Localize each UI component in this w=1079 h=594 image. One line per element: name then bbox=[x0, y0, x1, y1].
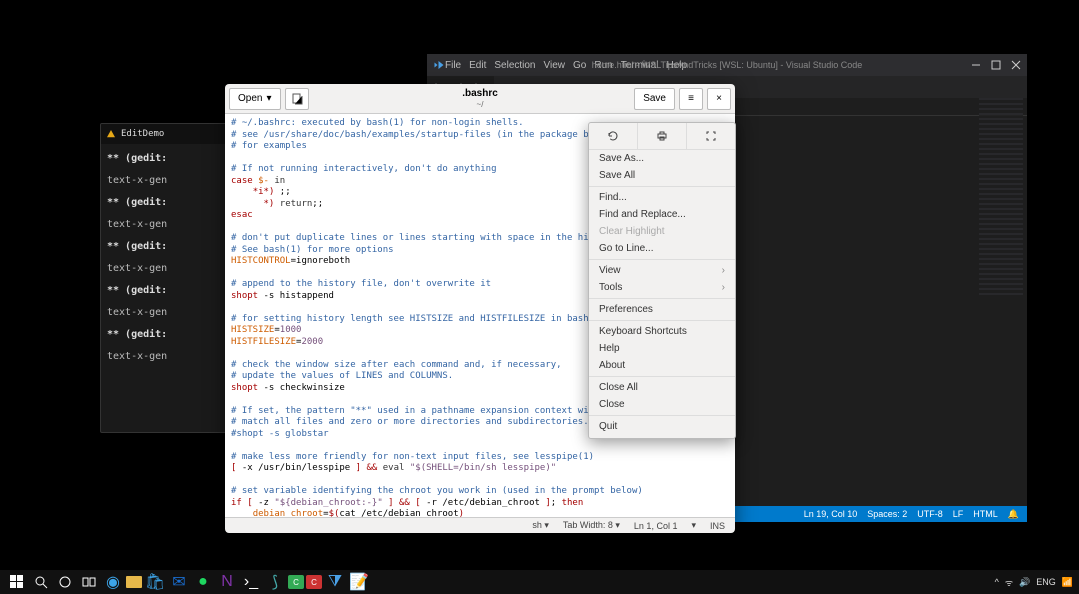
vscode-title: home.html - WSLTipsAndTricks [WSL: Ubunt… bbox=[592, 60, 863, 70]
min-icon[interactable] bbox=[971, 60, 981, 70]
app-onenote[interactable]: N bbox=[216, 572, 238, 592]
save-button[interactable]: Save bbox=[634, 88, 675, 110]
warning-icon bbox=[107, 130, 115, 138]
gedit-header: Open ▾ .bashrc~/ Save ≡ × bbox=[225, 84, 735, 114]
vscode-titlebar[interactable]: FileEditSelectionViewGoRunTerminalHelp h… bbox=[427, 54, 1027, 76]
menu-file[interactable]: File bbox=[445, 60, 461, 71]
print-button[interactable] bbox=[638, 123, 687, 149]
taskview-button[interactable] bbox=[78, 572, 100, 592]
menu-go[interactable]: Go bbox=[573, 60, 586, 71]
gedit-menu-popup: Save As...Save All Find...Find and Replac… bbox=[588, 122, 736, 439]
app-code[interactable]: ⧩ bbox=[324, 572, 346, 592]
hamburger-button[interactable]: ≡ bbox=[679, 88, 703, 110]
menu-about[interactable]: About bbox=[589, 357, 735, 374]
gedit-title: .bashrc~/ bbox=[462, 88, 498, 110]
search-icon bbox=[34, 575, 48, 589]
cursor-pos: Ln 1, Col 1 bbox=[634, 521, 678, 531]
ins-mode: INS bbox=[710, 521, 725, 531]
new-tab-button[interactable] bbox=[285, 88, 309, 110]
search-button[interactable] bbox=[30, 572, 52, 592]
app-c2[interactable]: C bbox=[306, 575, 322, 589]
app-outlook[interactable]: ✉ bbox=[168, 572, 190, 592]
print-icon bbox=[656, 130, 668, 142]
app-gedit[interactable]: 📝 bbox=[348, 572, 370, 592]
max-icon[interactable] bbox=[991, 60, 1001, 70]
open-button[interactable]: Open ▾ bbox=[229, 88, 281, 110]
menu-selection[interactable]: Selection bbox=[494, 60, 535, 71]
tab-width[interactable]: Tab Width: 8 ▾ bbox=[563, 520, 620, 531]
menu-save-all[interactable]: Save All bbox=[589, 167, 735, 184]
minimap[interactable] bbox=[979, 98, 1023, 298]
app-spotify[interactable]: ● bbox=[192, 572, 214, 592]
start-button[interactable] bbox=[6, 572, 28, 592]
menu-close-all[interactable]: Close All bbox=[589, 379, 735, 396]
taskbar[interactable]: ◉ 🛍 ✉ ● N ›_ ⟆ C C ⧩ 📝 ^ᯤ🔊ENG📶 bbox=[0, 570, 1079, 594]
menu-view[interactable]: View bbox=[544, 60, 566, 71]
app-store[interactable]: 🛍 bbox=[144, 572, 166, 592]
app-edge[interactable]: ◉ bbox=[102, 572, 124, 592]
menu-close[interactable]: Close bbox=[589, 396, 735, 413]
fullscreen-icon bbox=[705, 130, 717, 142]
reload-button[interactable] bbox=[589, 123, 638, 149]
menu-find-and-replace-[interactable]: Find and Replace... bbox=[589, 206, 735, 223]
lang-selector[interactable]: sh ▾ bbox=[532, 520, 549, 531]
menu-tools[interactable]: Tools bbox=[589, 279, 735, 296]
menu-help[interactable]: Help bbox=[589, 340, 735, 357]
cortana-button[interactable] bbox=[54, 572, 76, 592]
menu-keyboard-shortcuts[interactable]: Keyboard Shortcuts bbox=[589, 323, 735, 340]
menu-clear-highlight: Clear Highlight bbox=[589, 223, 735, 240]
windows-icon bbox=[10, 575, 24, 589]
menu-preferences[interactable]: Preferences bbox=[589, 301, 735, 318]
menu-view[interactable]: View bbox=[589, 262, 735, 279]
reload-icon bbox=[607, 130, 619, 142]
app-steam[interactable]: ⟆ bbox=[264, 572, 286, 592]
tray[interactable]: ^ᯤ🔊ENG📶 bbox=[995, 576, 1073, 589]
popup-items: Save As...Save All Find...Find and Replac… bbox=[589, 150, 735, 435]
circle-icon bbox=[58, 575, 72, 589]
menu-quit[interactable]: Quit bbox=[589, 418, 735, 435]
vscode-logo-icon bbox=[433, 59, 445, 71]
menu-save-as-[interactable]: Save As... bbox=[589, 150, 735, 167]
menu-edit[interactable]: Edit bbox=[469, 60, 486, 71]
gedit-close-button[interactable]: × bbox=[707, 88, 731, 110]
app-explorer[interactable] bbox=[126, 576, 142, 588]
menu-go-to-line-[interactable]: Go to Line... bbox=[589, 240, 735, 257]
app-c1[interactable]: C bbox=[288, 575, 304, 589]
app-terminal[interactable]: ›_ bbox=[240, 572, 262, 592]
fullscreen-button[interactable] bbox=[687, 123, 735, 149]
menu-find-[interactable]: Find... bbox=[589, 189, 735, 206]
close-icon[interactable] bbox=[1011, 60, 1021, 70]
taskview-icon bbox=[82, 575, 96, 589]
new-doc-icon bbox=[291, 93, 303, 105]
gedit-status: sh ▾ Tab Width: 8 ▾ Ln 1, Col 1 ▾ INS bbox=[225, 517, 735, 533]
